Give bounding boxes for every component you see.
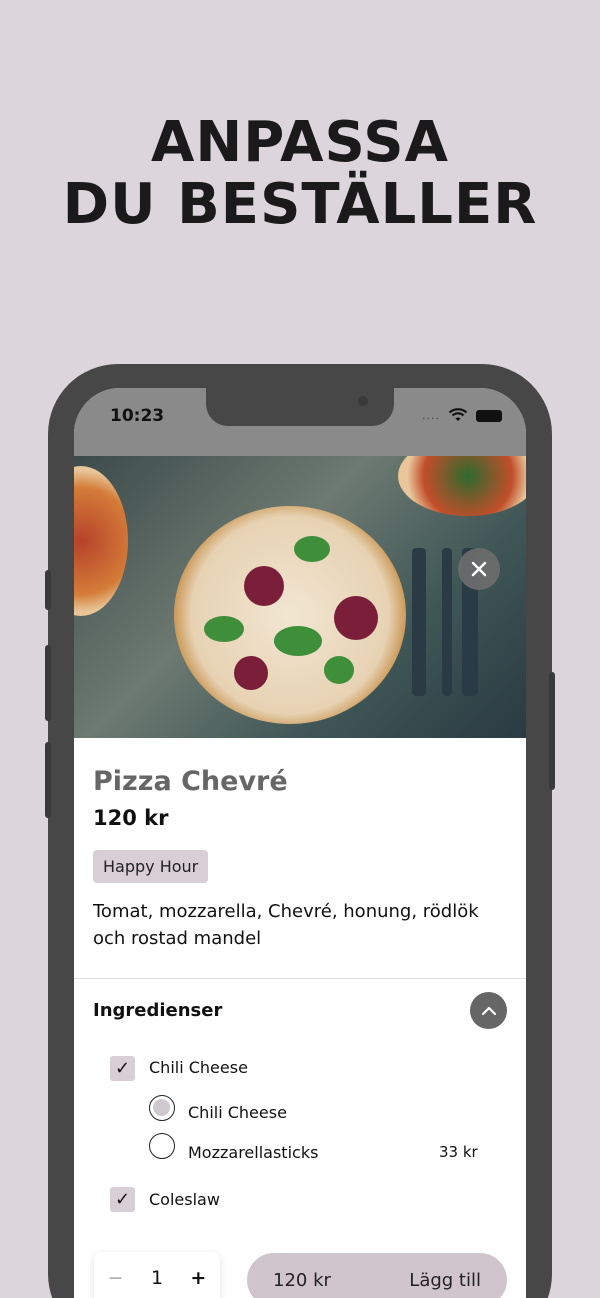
- product-price: 120 kr: [93, 806, 169, 830]
- order-footer: − 1 + 120 kr Lägg till: [74, 1228, 526, 1298]
- chili-cheese-checkbox[interactable]: ✓: [110, 1056, 135, 1081]
- camera-icon: [358, 396, 368, 406]
- chevron-up-icon: [481, 1006, 496, 1015]
- headline: ANPASSA DU BESTÄLLER: [0, 112, 600, 236]
- ingredients-title: Ingredienser: [93, 1000, 223, 1021]
- phone-volume-down: [45, 742, 51, 818]
- option-label-chili-cheese: Chili Cheese: [188, 1103, 287, 1122]
- chili-cheese-radio[interactable]: [149, 1095, 175, 1121]
- checkmark-icon: ✓: [114, 1058, 131, 1079]
- close-icon: [471, 561, 487, 577]
- product-image: [74, 456, 526, 738]
- headline-line-2: DU BESTÄLLER: [62, 172, 538, 237]
- mozzarellasticks-radio[interactable]: [149, 1133, 175, 1159]
- notch: [206, 388, 394, 426]
- ingredient-label-coleslaw: Coleslaw: [149, 1190, 220, 1209]
- wifi-icon: [448, 408, 468, 421]
- plate-top-image: [398, 456, 526, 516]
- status-time: 10:23: [110, 406, 165, 426]
- add-button-label: Lägg till: [409, 1269, 481, 1291]
- pizza-image: [174, 506, 406, 724]
- product-description: Tomat, mozzarella, Chevré, honung, rödlö…: [93, 901, 479, 949]
- phone-power-button: [549, 672, 555, 790]
- product-name: Pizza Chevré: [93, 766, 288, 797]
- divider: [74, 978, 526, 979]
- decrease-quantity-button[interactable]: −: [108, 1267, 124, 1289]
- quantity-value: 1: [150, 1267, 164, 1289]
- headline-line-1: ANPASSA: [151, 110, 449, 175]
- signal-icon: ....: [422, 409, 440, 422]
- add-to-order-button[interactable]: 120 kr Lägg till: [247, 1253, 507, 1298]
- coleslaw-checkbox[interactable]: ✓: [110, 1187, 135, 1212]
- quantity-stepper: − 1 +: [94, 1252, 220, 1298]
- ingredient-label-chili-cheese: Chili Cheese: [149, 1058, 248, 1077]
- close-button[interactable]: [458, 548, 500, 590]
- increase-quantity-button[interactable]: +: [190, 1267, 206, 1289]
- phone-screen: 10:23 .... Pizza Chevré 120 kr Happy Hou…: [74, 388, 526, 1298]
- option-label-mozzarellasticks: Mozzarellasticks: [188, 1143, 319, 1162]
- collapse-ingredients-button[interactable]: [470, 992, 507, 1029]
- fork-image: [412, 548, 426, 696]
- option-price-mozzarellasticks: 33 kr: [439, 1143, 478, 1161]
- add-button-total: 120 kr: [273, 1269, 331, 1291]
- checkmark-icon: ✓: [114, 1189, 131, 1210]
- phone-volume-up: [45, 645, 51, 721]
- status-icons: ....: [422, 408, 502, 423]
- phone-mute-switch: [45, 570, 51, 610]
- pizza-left-image: [74, 466, 128, 616]
- knife-image: [442, 548, 452, 696]
- happy-hour-badge: Happy Hour: [93, 850, 209, 883]
- battery-icon: [476, 409, 502, 422]
